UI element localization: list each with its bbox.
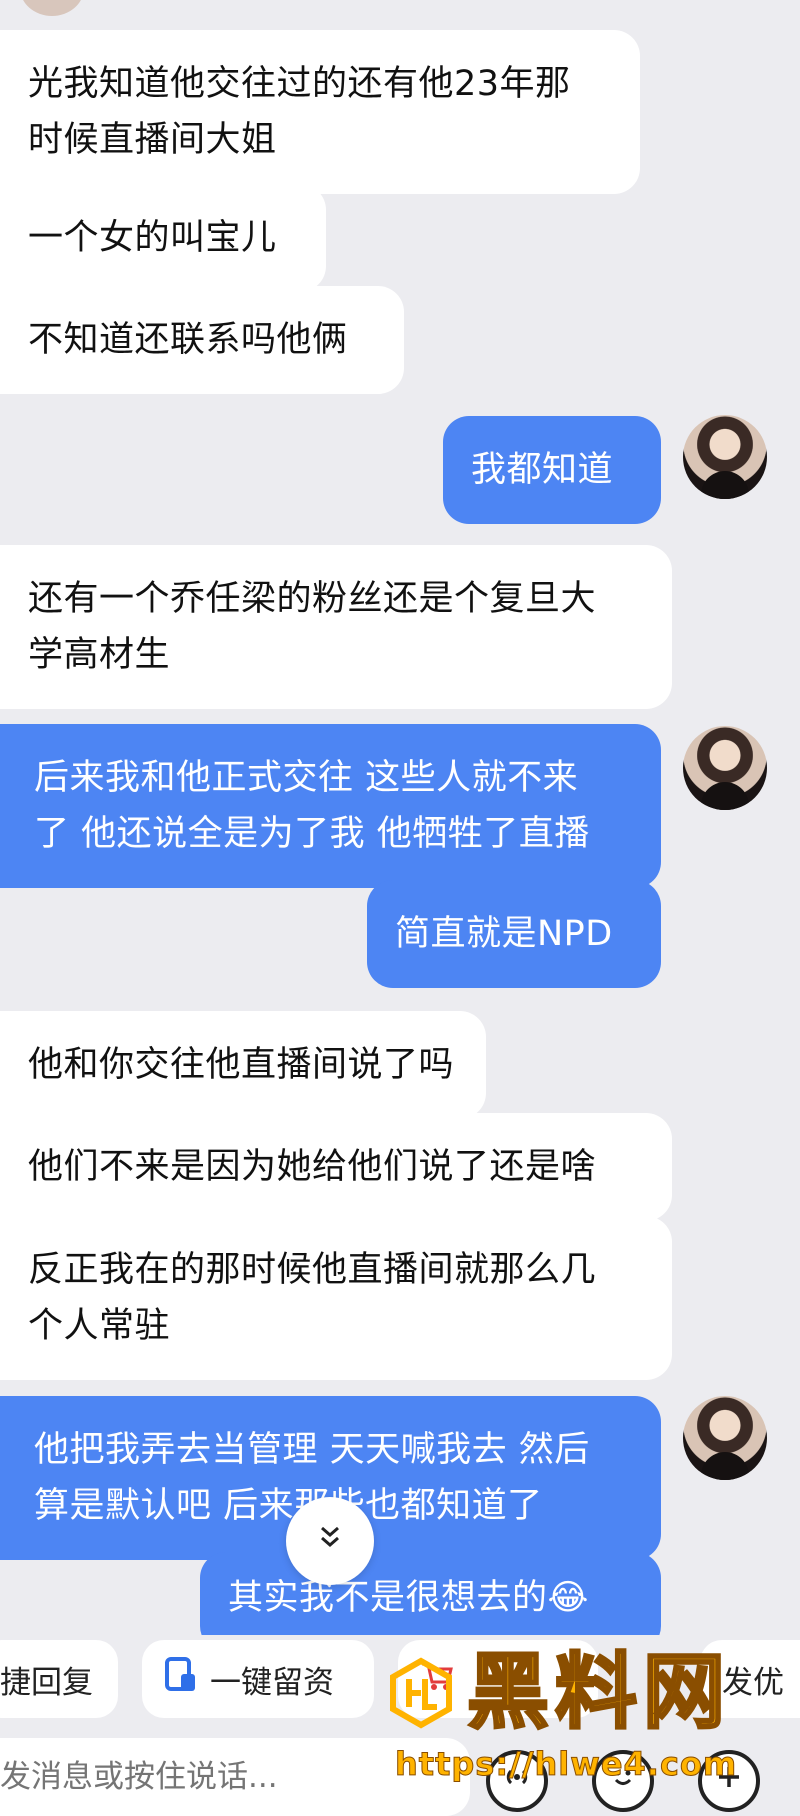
message-text: 不知道还联系吗他俩 (28, 320, 348, 360)
message-text: 他把我弄去当管理 天天喊我去 然后 (34, 1430, 590, 1470)
contact-avatar-partial (20, 0, 84, 16)
plus-icon (712, 1760, 746, 1802)
message-incoming: 还有一个乔任梁的粉丝还是个复旦大 学高材生 (0, 545, 672, 709)
avatar[interactable] (683, 1396, 767, 1480)
emoji-icon (606, 1760, 640, 1802)
chip-label: 一键留资 (210, 1664, 334, 1701)
message-text: 学高材生 (28, 635, 171, 675)
chevron-double-down-icon (315, 1522, 345, 1560)
more-button[interactable] (698, 1750, 760, 1812)
message-incoming: 他和你交往他直播间说了吗 (0, 1011, 486, 1119)
emoji-button[interactable] (592, 1750, 654, 1812)
avatar[interactable] (683, 415, 767, 499)
form-icon (164, 1656, 198, 1703)
quick-reply-chip[interactable]: 发优 (700, 1640, 800, 1718)
input-bar (0, 1738, 800, 1816)
one-click-lead-chip[interactable]: 一键留资 (142, 1640, 374, 1718)
quick-reply-chip[interactable] (398, 1640, 598, 1718)
chip-label: 发优 (722, 1664, 784, 1701)
message-incoming: 一个女的叫宝儿 (0, 184, 326, 292)
message-outgoing: 我都知道 (443, 416, 661, 524)
message-text: 了 他还说全是为了我 他牺牲了直播 (34, 814, 590, 854)
message-incoming: 不知道还联系吗他俩 (0, 286, 404, 394)
message-text: 其实我不是很想去的😂 (228, 1578, 589, 1618)
message-outgoing: 其实我不是很想去的😂 (200, 1552, 661, 1635)
voice-icon (500, 1760, 534, 1802)
message-text: 时候直播间大姐 (28, 120, 277, 160)
message-text: 他们不来是因为她给他们说了还是啥 (28, 1147, 597, 1187)
message-incoming: 他们不来是因为她给他们说了还是啥 (0, 1113, 672, 1221)
message-text: 他和你交往他直播间说了吗 (28, 1045, 455, 1085)
message-text: 后来我和他正式交往 这些人就不来 (34, 758, 579, 798)
message-text: 光我知道他交往过的还有他23年那 (28, 64, 571, 104)
quick-reply-chip[interactable]: 捷回复 (0, 1640, 118, 1718)
message-thread: 光我知道他交往过的还有他23年那 时候直播间大姐 一个女的叫宝儿 不知道还联系吗… (0, 0, 800, 1635)
message-text: 简直就是NPD (395, 914, 613, 954)
message-text: 我都知道 (471, 450, 614, 490)
quick-reply-bar: 捷回复 一键留资 发优 (0, 1640, 800, 1720)
message-input[interactable] (0, 1738, 470, 1816)
avatar[interactable] (683, 726, 767, 810)
message-text: 一个女的叫宝儿 (28, 218, 277, 258)
voice-button[interactable] (486, 1750, 548, 1812)
chip-label: 捷回复 (0, 1664, 93, 1701)
cart-icon (420, 1658, 454, 1701)
message-incoming: 光我知道他交往过的还有他23年那 时候直播间大姐 (0, 30, 640, 194)
message-text: 个人常驻 (28, 1306, 171, 1346)
message-outgoing: 后来我和他正式交往 这些人就不来 了 他还说全是为了我 他牺牲了直播 (0, 724, 661, 888)
message-incoming: 反正我在的那时候他直播间就那么几 个人常驻 (0, 1216, 672, 1380)
message-text: 还有一个乔任梁的粉丝还是个复旦大 (28, 579, 597, 619)
scroll-to-bottom-button[interactable] (286, 1497, 374, 1585)
message-text: 反正我在的那时候他直播间就那么几 (28, 1250, 597, 1290)
message-outgoing: 简直就是NPD (367, 880, 661, 988)
